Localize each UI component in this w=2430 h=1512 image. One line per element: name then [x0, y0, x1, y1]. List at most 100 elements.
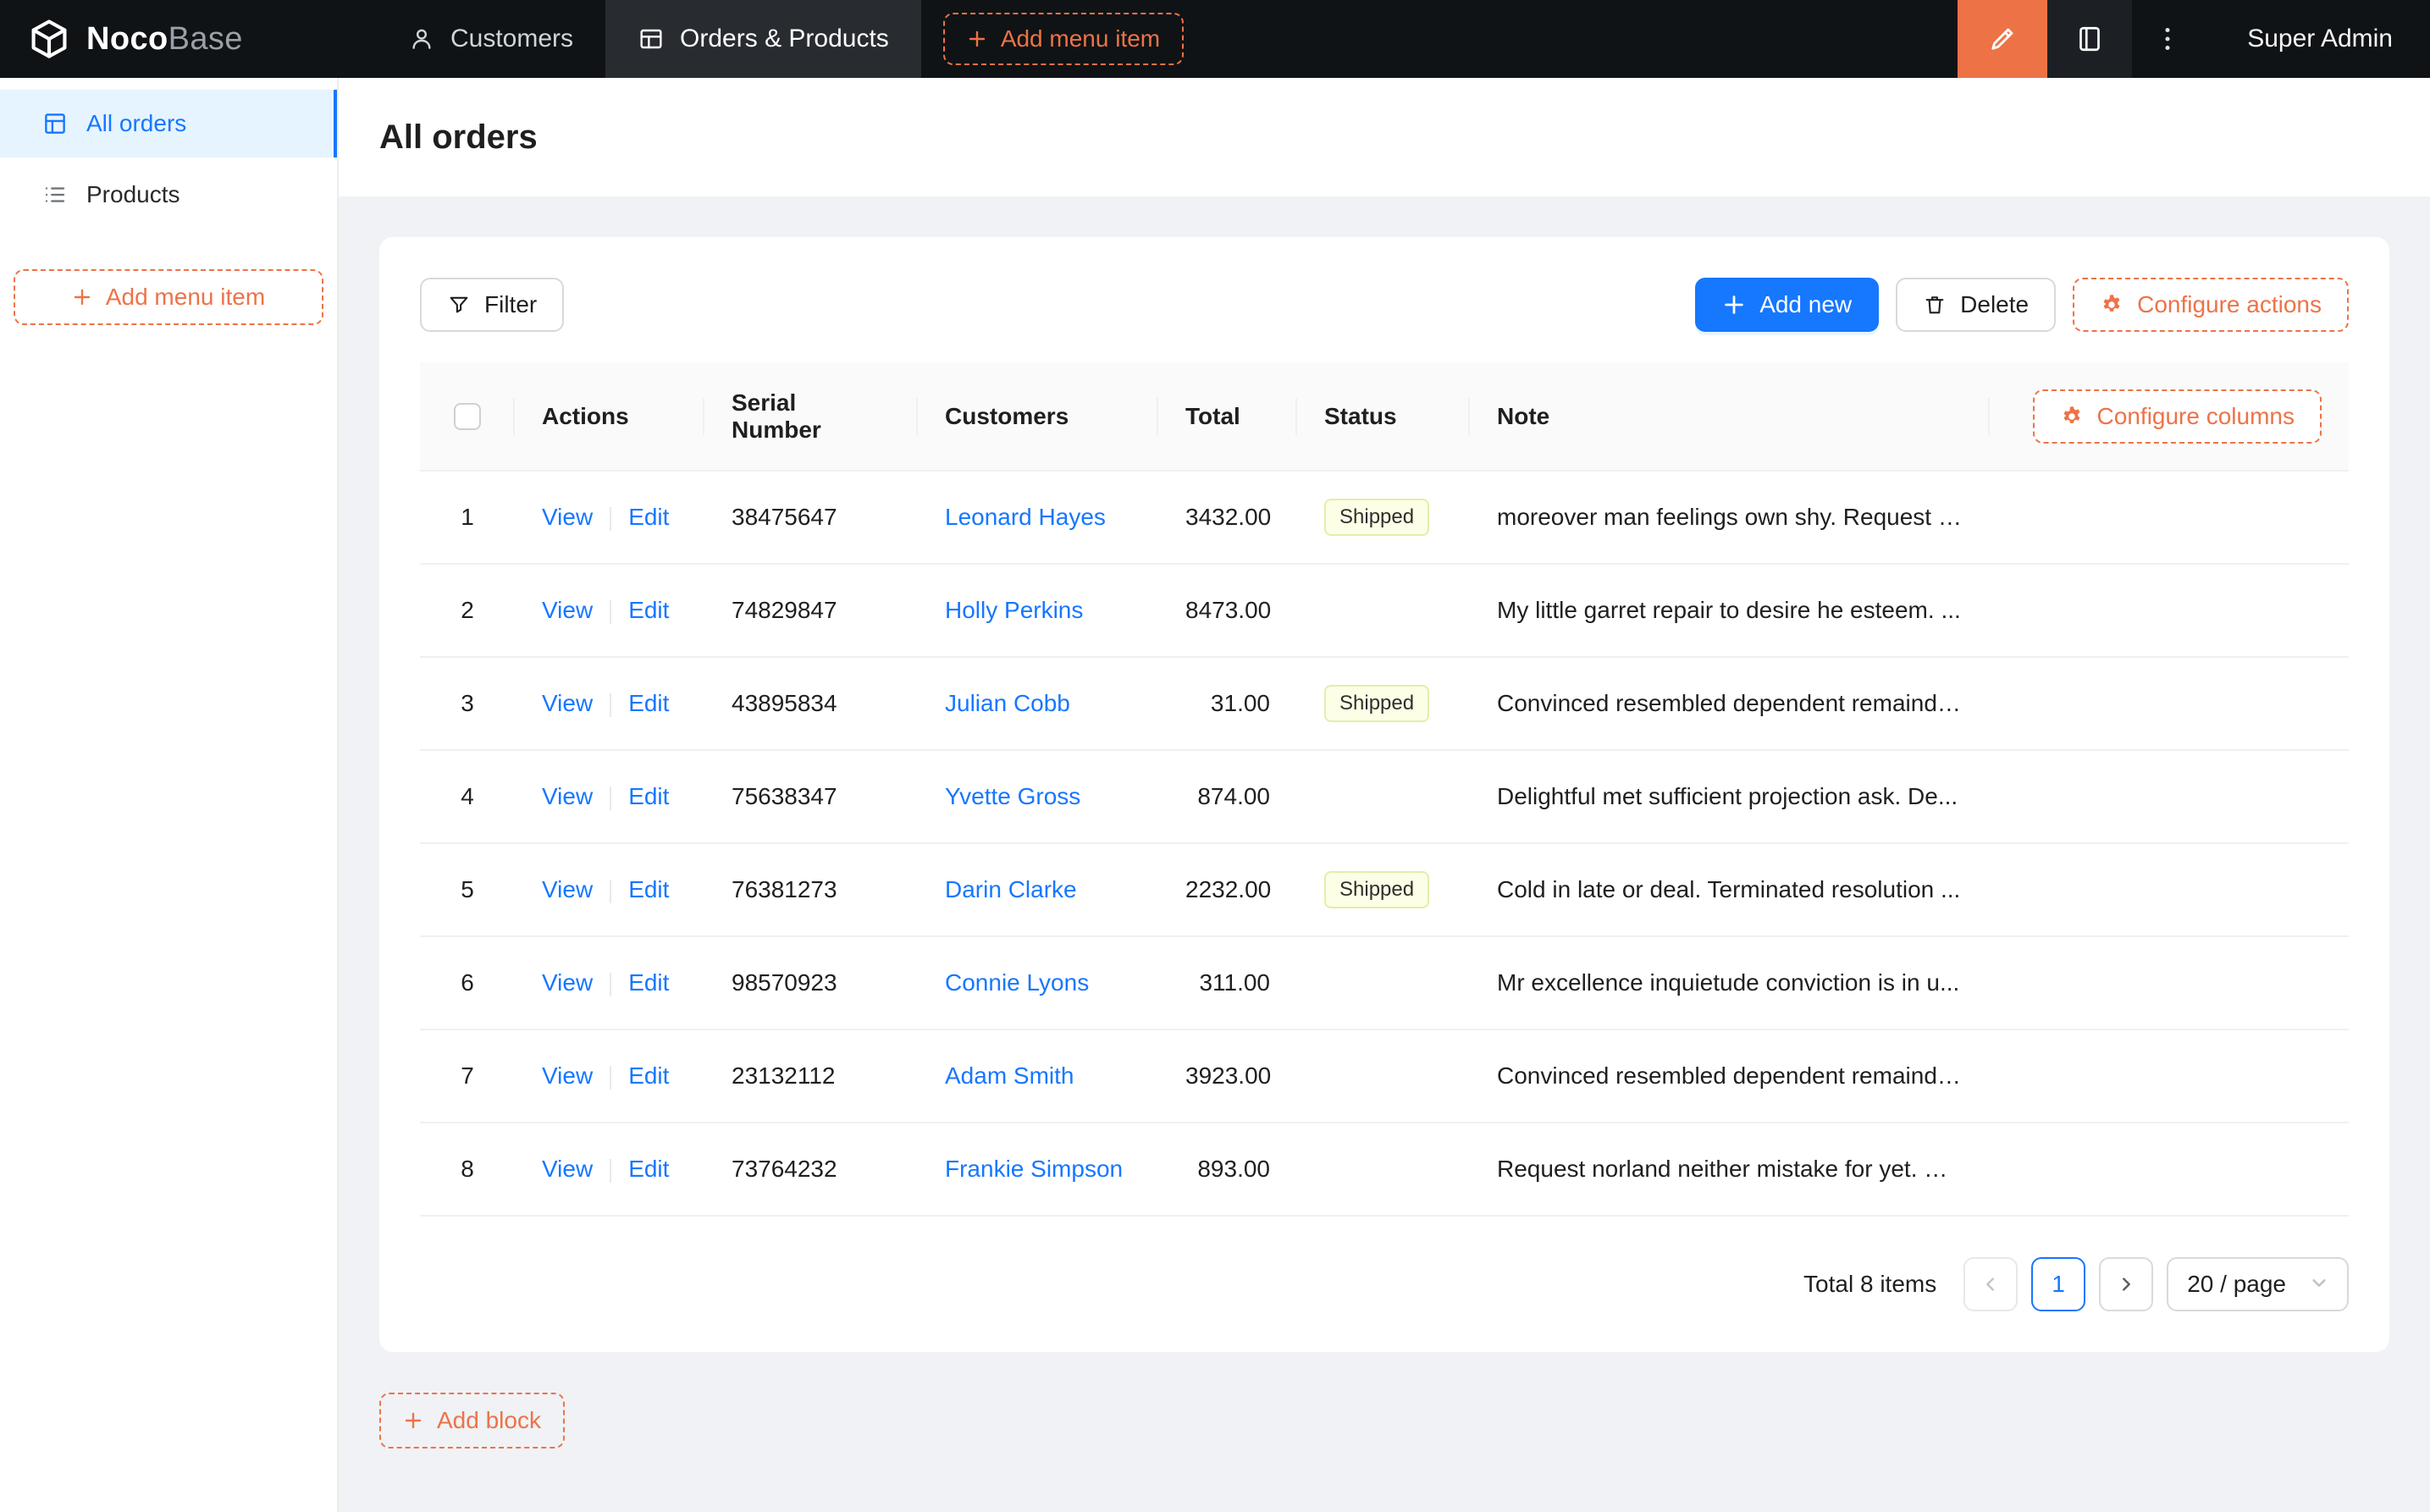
- serial-cell: 74829847: [704, 564, 918, 658]
- status-badge: Shipped: [1324, 499, 1430, 536]
- delete-button[interactable]: Delete: [1896, 278, 2057, 332]
- action-divider: [610, 599, 612, 624]
- column-header-total: Total: [1158, 362, 1297, 472]
- table-row: 4 View Edit 75638347 Yvette Gross 874.00 …: [420, 750, 2349, 844]
- ui-editor-button[interactable]: [1958, 0, 2048, 78]
- sidebar-item-all-orders[interactable]: All orders: [0, 90, 337, 157]
- total-cell: 2232.00: [1158, 843, 1297, 937]
- note-cell: Convinced resembled dependent remainde..…: [1470, 1029, 1990, 1123]
- page-header: All orders: [339, 78, 2430, 196]
- view-link[interactable]: View: [542, 690, 593, 716]
- row-index: 8: [420, 1123, 515, 1217]
- edit-link[interactable]: Edit: [628, 1156, 669, 1182]
- current-user[interactable]: Super Admin: [2247, 25, 2393, 53]
- app-root: NocoBase Customers Orders & Products Add…: [0, 0, 2430, 1512]
- customer-link[interactable]: Holly Perkins: [945, 597, 1083, 623]
- customer-link[interactable]: Frankie Simpson: [945, 1156, 1123, 1182]
- logo-icon: [31, 19, 67, 58]
- serial-cell: 98570923: [704, 936, 918, 1030]
- total-cell: 893.00: [1158, 1123, 1297, 1217]
- action-divider: [610, 506, 612, 531]
- table-row: 5 View Edit 76381273 Darin Clarke 2232.00…: [420, 843, 2349, 937]
- customer-link[interactable]: Leonard Hayes: [945, 504, 1106, 530]
- nav-item-customers[interactable]: Customers: [376, 0, 605, 78]
- page-size-select[interactable]: 20 / page: [2167, 1257, 2349, 1311]
- table-row: 3 View Edit 43895834 Julian Cobb 31.00 Sh…: [420, 657, 2349, 751]
- pagination-prev-button[interactable]: [1963, 1257, 2019, 1311]
- add-menu-item-button-header[interactable]: Add menu item: [942, 13, 1185, 65]
- pagination-page-1[interactable]: 1: [2031, 1257, 2086, 1311]
- view-link[interactable]: View: [542, 1062, 593, 1089]
- add-new-button[interactable]: Add new: [1695, 278, 1880, 332]
- configure-actions-label: Configure actions: [2137, 291, 2322, 317]
- add-menu-item-label: Add menu item: [1000, 25, 1161, 52]
- nav-item-label: Customers: [450, 25, 574, 52]
- trash-icon: [1925, 296, 1944, 314]
- page-content: Filter Add new Delete Configure actions …: [339, 196, 2430, 1512]
- customer-link[interactable]: Julian Cobb: [945, 690, 1070, 716]
- configure-actions-button[interactable]: Configure actions: [2073, 278, 2349, 332]
- orders-table-block: Filter Add new Delete Configure actions …: [379, 237, 2389, 1352]
- action-divider: [610, 693, 612, 717]
- toolbar-actions: Add new Delete Configure actions: [1695, 278, 2349, 332]
- customer-link[interactable]: Darin Clarke: [945, 876, 1077, 902]
- note-cell: Cold in late or deal. Terminated resolut…: [1470, 843, 1990, 937]
- column-header-status: Status: [1297, 362, 1470, 472]
- edit-link[interactable]: Edit: [628, 690, 669, 716]
- more-actions-button[interactable]: [2132, 0, 2203, 78]
- customer-link[interactable]: Connie Lyons: [945, 969, 1089, 996]
- column-header-actions: Actions: [515, 362, 704, 472]
- view-link[interactable]: View: [542, 597, 593, 623]
- add-block-button[interactable]: Add block: [379, 1393, 565, 1449]
- edit-link[interactable]: Edit: [628, 597, 669, 623]
- configure-columns-button[interactable]: Configure columns: [2032, 389, 2322, 444]
- view-link[interactable]: View: [542, 783, 593, 809]
- total-cell: 3432.00: [1158, 471, 1297, 565]
- view-link[interactable]: View: [542, 876, 593, 902]
- edit-link[interactable]: Edit: [628, 1062, 669, 1089]
- edit-link[interactable]: Edit: [628, 504, 669, 530]
- serial-cell: 43895834: [704, 657, 918, 751]
- row-index: 2: [420, 564, 515, 658]
- action-divider: [610, 1158, 612, 1183]
- view-link[interactable]: View: [542, 504, 593, 530]
- pagination-next-button[interactable]: [2099, 1257, 2154, 1311]
- logo-text-noco: Noco: [86, 20, 168, 57]
- note-cell: Delightful met sufficient projection ask…: [1470, 750, 1990, 844]
- edit-link[interactable]: Edit: [628, 876, 669, 902]
- edit-link[interactable]: Edit: [628, 783, 669, 809]
- collections-button[interactable]: [2047, 0, 2133, 78]
- configure-columns-label: Configure columns: [2096, 402, 2295, 429]
- column-header-note: Note: [1470, 362, 1990, 472]
- table-row: 8 View Edit 73764232 Frankie Simpson 893.…: [420, 1123, 2349, 1217]
- sidebar-item-products[interactable]: Products: [0, 161, 337, 229]
- action-divider: [610, 972, 612, 996]
- filter-button[interactable]: Filter: [420, 278, 565, 332]
- edit-link[interactable]: Edit: [628, 969, 669, 996]
- customer-link[interactable]: Adam Smith: [945, 1062, 1074, 1089]
- add-menu-item-button-sidebar[interactable]: Add menu item: [14, 269, 323, 325]
- total-cell: 311.00: [1158, 936, 1297, 1030]
- nav-item-orders-products[interactable]: Orders & Products: [605, 0, 921, 78]
- nocobase-logo[interactable]: NocoBase: [0, 17, 339, 61]
- add-new-label: Add new: [1759, 291, 1853, 317]
- view-link[interactable]: View: [542, 1156, 593, 1182]
- vertical-ellipsis-icon: [2165, 27, 2170, 51]
- add-block-label: Add block: [437, 1407, 541, 1433]
- customers-icon: [412, 29, 431, 49]
- gear-icon: [2063, 406, 2080, 423]
- note-cell: Request norland neither mistake for yet.…: [1470, 1123, 1990, 1217]
- all-orders-icon: [45, 113, 65, 134]
- plus-icon: [405, 1412, 422, 1429]
- orders-products-icon: [640, 29, 662, 49]
- action-divider: [610, 879, 612, 903]
- customer-link[interactable]: Yvette Gross: [945, 783, 1080, 809]
- logo-text-base: Base: [168, 20, 243, 57]
- orders-table: Actions Serial Number Customers Total St…: [420, 362, 2349, 1217]
- table-row: 6 View Edit 98570923 Connie Lyons 311.00 …: [420, 936, 2349, 1030]
- view-link[interactable]: View: [542, 969, 593, 996]
- column-header-customers: Customers: [918, 362, 1158, 472]
- select-all-checkbox[interactable]: [454, 403, 481, 431]
- plus-icon: [1725, 295, 1743, 314]
- note-cell: moreover man feelings own shy. Request n…: [1470, 471, 1990, 565]
